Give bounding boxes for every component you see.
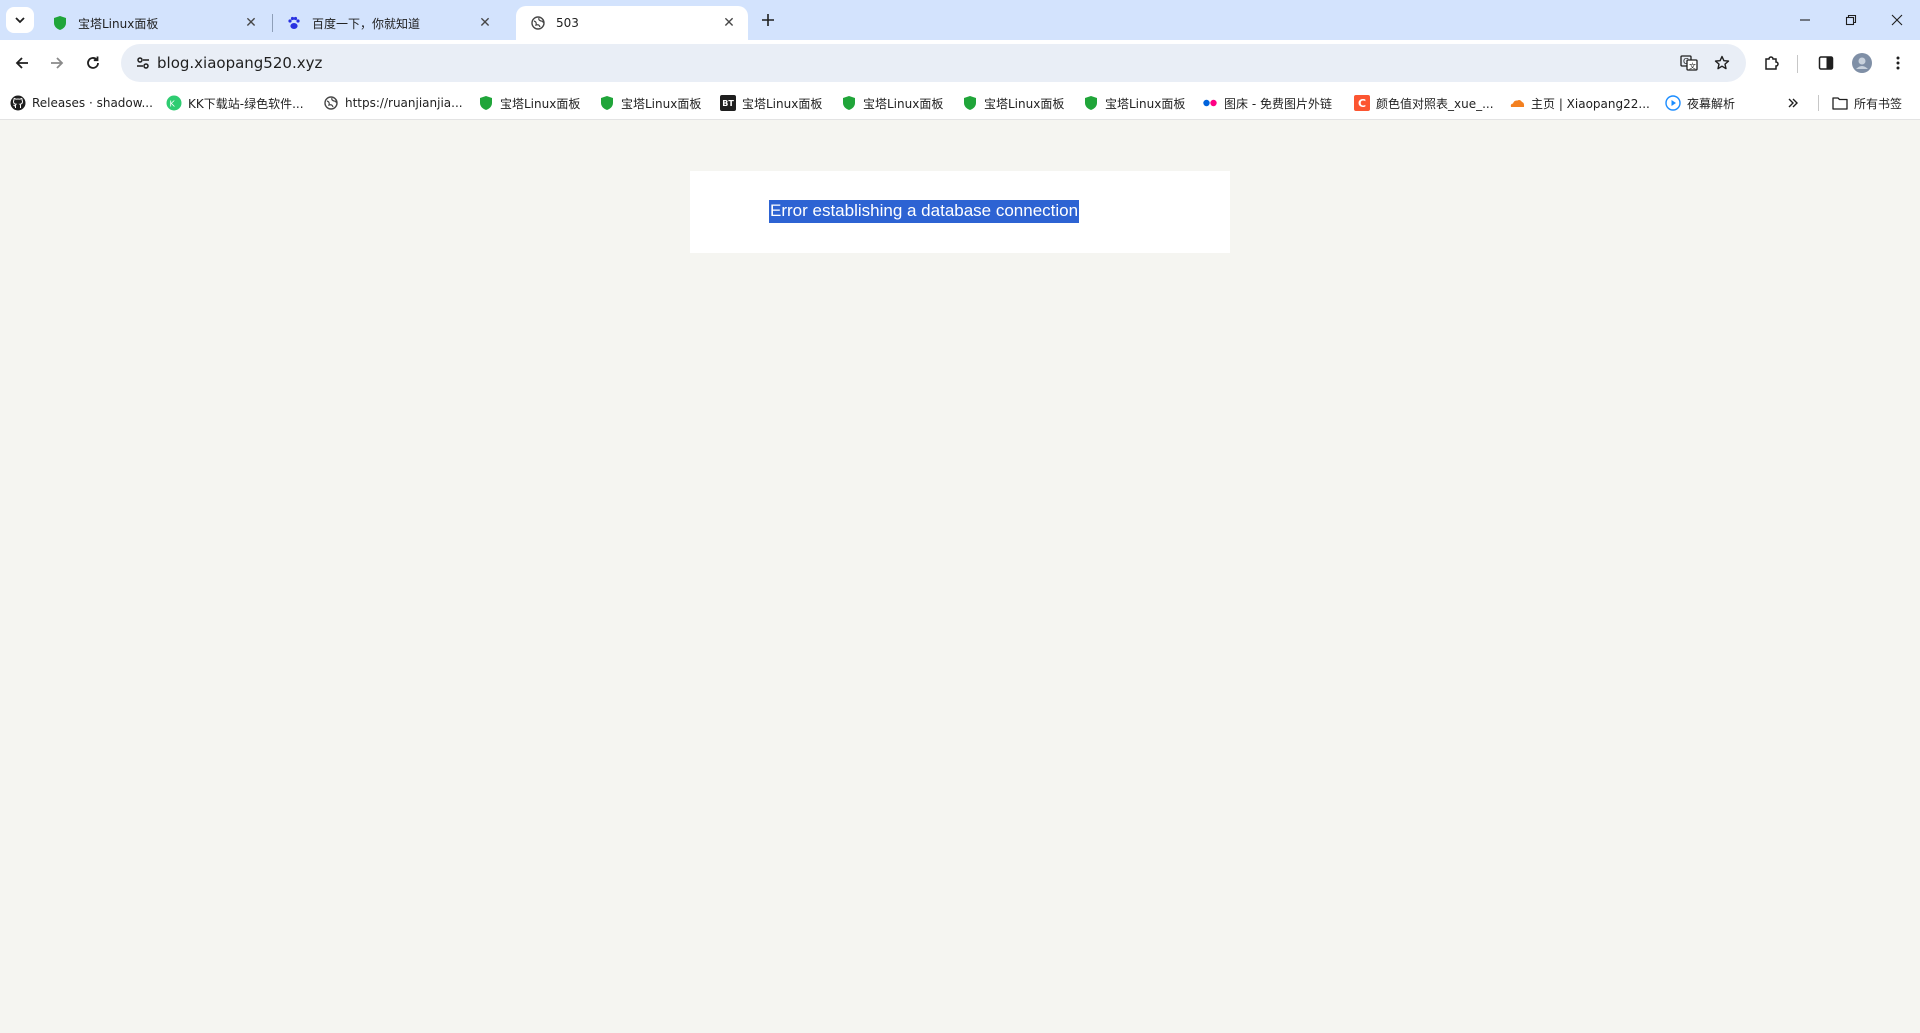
baidu-paw-icon [286,15,302,31]
star-icon [1714,55,1730,70]
new-tab-button[interactable] [754,8,782,32]
bookmark-item[interactable]: 宝塔Linux面板 [841,91,943,115]
bookmark-label: 宝塔Linux面板 [742,96,823,111]
reload-icon [87,56,99,69]
bookmark-item[interactable]: 宝塔Linux面板 [478,91,580,115]
tab-503[interactable]: 503 ✕ [516,6,748,40]
address-bar[interactable]: blog.xiaopang520.xyz G文 [121,44,1746,82]
globe-icon [530,15,546,31]
bookmarks-overflow-button[interactable] [1780,91,1806,115]
bookmark-label: 宝塔Linux面板 [500,96,581,111]
side-panel-button[interactable] [1810,47,1842,79]
chevron-down-icon [15,17,25,24]
translate-icon: G文 [1680,55,1698,71]
bookmark-label: Releases · shadow... [32,96,153,110]
side-panel-icon [1818,56,1834,70]
bookmark-item[interactable]: Releases · shadow... [10,91,153,115]
translate-button[interactable]: G文 [1675,49,1703,77]
browser-toolbar: blog.xiaopang520.xyz G文 [0,40,1920,86]
close-icon[interactable]: ✕ [720,14,738,32]
arrow-right-icon [51,57,64,69]
page-content: Error establishing a database connection [0,120,1920,1033]
bookmark-item[interactable]: BT 宝塔Linux面板 [720,91,822,115]
minimize-button[interactable] [1782,0,1828,40]
kk-icon: K [166,95,182,111]
bookmarks-bar: Releases · shadow... K KK下载站-绿色软件... htt… [0,86,1920,120]
tab-baidu[interactable]: 百度一下，你就知道 ✕ [272,6,504,40]
double-chevron-right-icon [1788,98,1798,108]
restore-button[interactable] [1828,0,1874,40]
reload-button[interactable] [77,47,109,79]
play-circle-icon [1665,95,1681,111]
bookmark-label: 宝塔Linux面板 [1105,96,1186,111]
close-icon[interactable]: ✕ [476,14,494,32]
bt-shield-icon [599,95,615,111]
bookmark-item[interactable]: https://ruanjianjia... [323,91,463,115]
all-bookmarks-label: 所有书签 [1854,96,1903,111]
error-message: Error establishing a database connection [769,200,1080,223]
tab-strip: 宝塔Linux面板 ✕ 百度一下，你就知道 ✕ 503 ✕ [0,0,1920,40]
bookmarks-divider [1818,95,1819,111]
menu-button[interactable] [1882,47,1914,79]
avatar-icon [1852,53,1872,73]
github-icon [10,95,26,111]
bookmark-item[interactable]: K KK下载站-绿色软件... [166,91,304,115]
bookmark-item[interactable]: 宝塔Linux面板 [962,91,1064,115]
toolbar-divider [1797,55,1798,73]
bookmark-star-button[interactable] [1708,49,1736,77]
bookmark-label: 夜幕解析 [1687,96,1736,111]
bookmark-label: 宝塔Linux面板 [984,96,1065,111]
cloudflare-icon [1509,95,1525,111]
bookmark-item[interactable]: C 颜色值对照表_xue_... [1354,91,1494,115]
flickr-dots-icon [1202,95,1218,111]
plus-icon [762,14,774,26]
bookmark-item[interactable]: 图床 - 免费图片外链 [1202,91,1332,115]
bookmark-item[interactable]: 夜幕解析 [1665,91,1735,115]
folder-icon [1832,95,1848,111]
bt-logo-icon: BT [720,95,736,111]
csdn-c-icon: C [1354,95,1370,111]
puzzle-icon [1765,56,1779,70]
tab-bt-panel[interactable]: 宝塔Linux面板 ✕ [38,6,270,40]
globe-icon [323,95,339,111]
bookmark-item[interactable]: 宝塔Linux面板 [1083,91,1185,115]
bookmark-item[interactable]: 主页 | Xiaopang22... [1509,91,1650,115]
tab-search-button[interactable] [6,7,34,33]
profile-button[interactable] [1846,47,1878,79]
bt-shield-icon [52,15,68,31]
bt-shield-icon [1083,95,1099,111]
bookmark-item[interactable]: 宝塔Linux面板 [599,91,701,115]
site-info-button[interactable] [129,49,157,77]
bookmark-label: 宝塔Linux面板 [621,96,702,111]
bookmark-label: 主页 | Xiaopang22... [1531,96,1650,111]
minimize-icon [1800,19,1810,21]
svg-text:文: 文 [1689,62,1696,71]
forward-button[interactable] [41,47,73,79]
close-icon [1891,14,1903,26]
arrow-left-icon [15,57,28,69]
bookmark-label: https://ruanjianjia... [345,96,463,110]
tune-icon [137,57,149,69]
error-box: Error establishing a database connection [690,171,1230,253]
bookmark-label: 宝塔Linux面板 [863,96,944,111]
all-bookmarks-button[interactable]: 所有书签 [1832,91,1902,115]
more-vert-icon [1896,56,1900,70]
bt-shield-icon [478,95,494,111]
back-button[interactable] [6,47,38,79]
bt-shield-icon [962,95,978,111]
bookmark-label: KK下载站-绿色软件... [188,96,304,111]
restore-icon [1845,14,1857,26]
bookmark-label: 图床 - 免费图片外链 [1224,96,1332,111]
tab-title: 503 [556,16,579,30]
tab-title: 百度一下，你就知道 [312,16,421,31]
bookmark-label: 颜色值对照表_xue_... [1376,96,1494,111]
svg-text:K: K [170,100,176,109]
close-icon[interactable]: ✕ [242,14,260,32]
extensions-button[interactable] [1756,47,1788,79]
close-window-button[interactable] [1874,0,1920,40]
bt-shield-icon [841,95,857,111]
url-text[interactable]: blog.xiaopang520.xyz [157,54,322,72]
tab-title: 宝塔Linux面板 [78,16,159,31]
